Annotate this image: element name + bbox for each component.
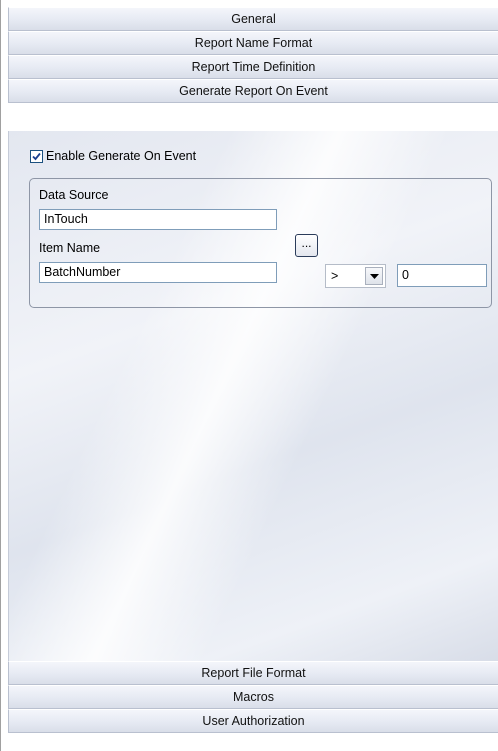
- item-name-label: Item Name: [39, 241, 101, 255]
- section-report-file-format[interactable]: Report File Format: [8, 661, 498, 685]
- operator-value: >: [331, 269, 339, 283]
- operator-select[interactable]: >: [325, 264, 386, 288]
- section-generate-report-on-event[interactable]: Generate Report On Event: [8, 79, 498, 103]
- browse-item-button[interactable]: ...: [295, 234, 318, 257]
- compare-value-field[interactable]: 0: [397, 264, 487, 287]
- checkmark-icon: [32, 152, 41, 160]
- section-report-name-format[interactable]: Report Name Format: [8, 31, 498, 55]
- generate-on-event-content: Enable Generate On Event Data Source InT…: [8, 131, 498, 661]
- data-source-label: Data Source: [39, 188, 109, 202]
- section-report-time-definition[interactable]: Report Time Definition: [8, 55, 498, 79]
- section-user-authorization[interactable]: User Authorization: [8, 709, 498, 733]
- section-macros[interactable]: Macros: [8, 685, 498, 709]
- item-name-field[interactable]: BatchNumber: [39, 262, 277, 283]
- dropdown-arrow-icon[interactable]: [365, 267, 383, 285]
- data-source-field[interactable]: InTouch: [39, 209, 277, 230]
- report-settings-panel: General Report Name Format Report Time D…: [0, 0, 498, 751]
- enable-generate-on-event-checkbox[interactable]: [30, 149, 43, 163]
- event-condition-group: Data Source InTouch Item Name BatchNumbe…: [29, 178, 492, 308]
- enable-generate-on-event-row[interactable]: Enable Generate On Event: [30, 149, 196, 163]
- enable-generate-on-event-label: Enable Generate On Event: [46, 149, 197, 163]
- section-general[interactable]: General: [8, 7, 498, 31]
